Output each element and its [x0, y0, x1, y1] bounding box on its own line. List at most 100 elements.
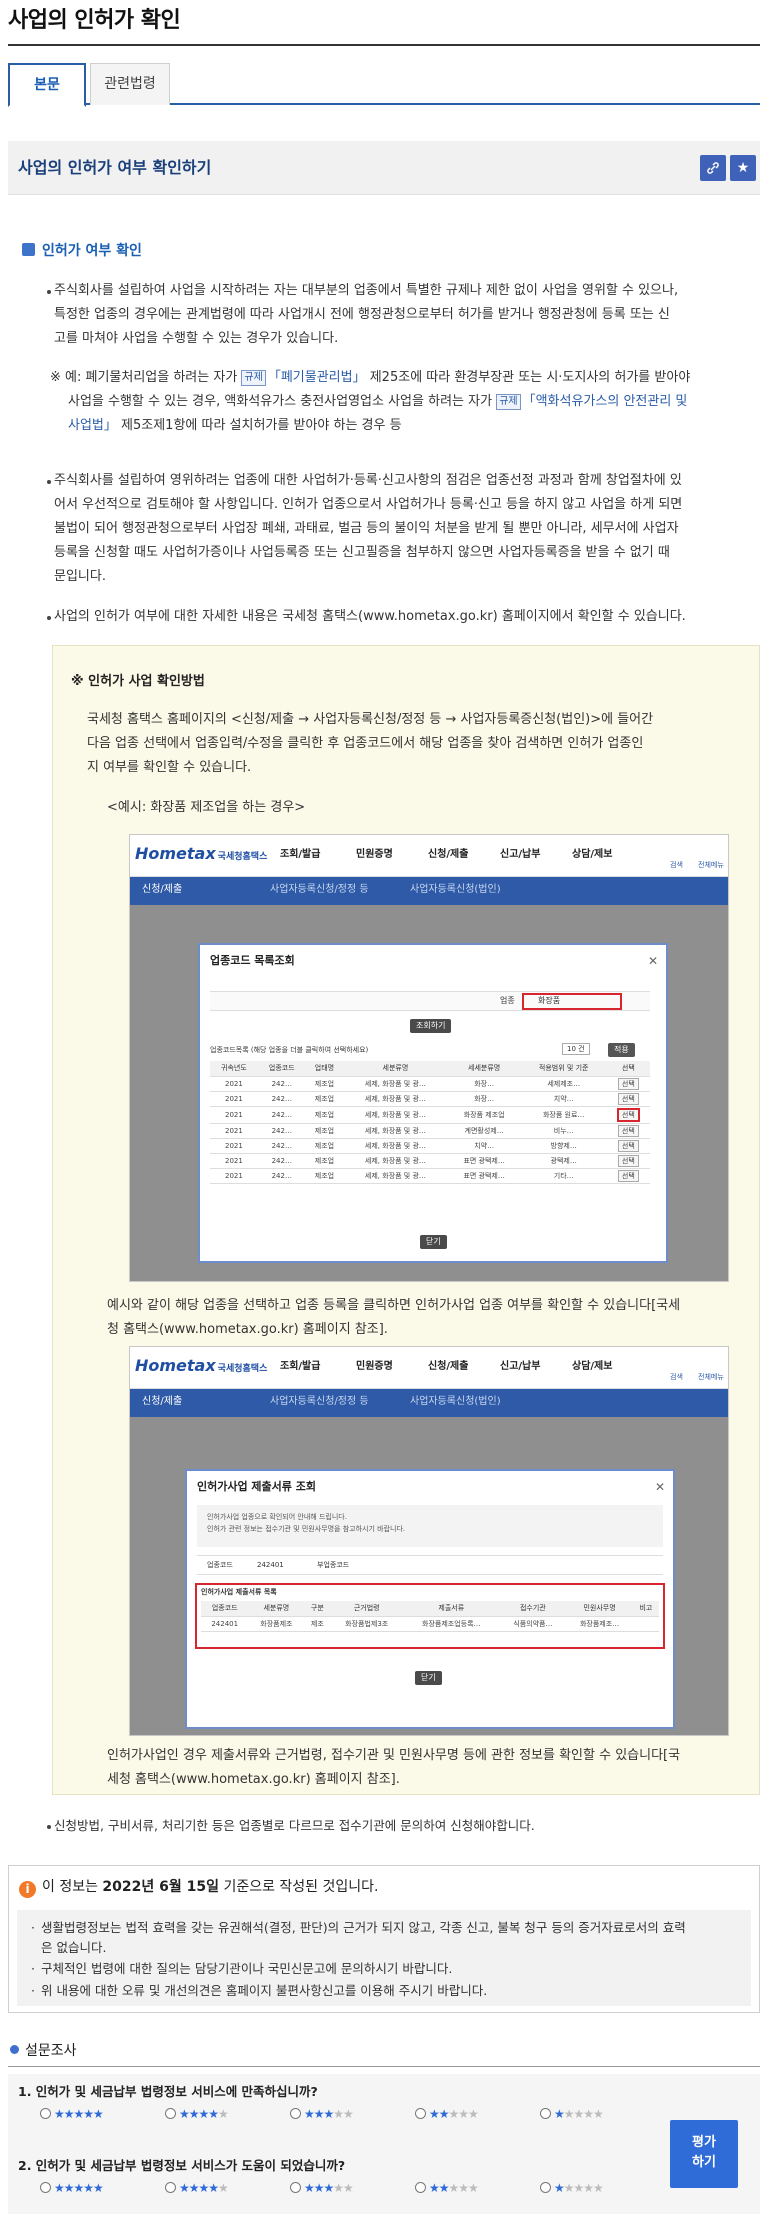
info-box: i이 정보는 2022년 6월 15일 기준으로 작성된 것입니다. 생활법령정…: [8, 1865, 760, 2013]
hometax-header: Hometax 국세청홈택스 조회/발급 민원증명 신청/제출 신고/납부 상담/…: [130, 835, 728, 877]
paragraph-intro: 주식회사를 설립하여 사업을 시작하려는 자는 대부분의 업종에서 특별한 규제…: [54, 283, 679, 346]
rating-option-q2-2[interactable]: ★★★★★: [415, 2180, 479, 2196]
table-row: 2021 242… 제조업 세제, 화장품 및 광… 화장품 제조업 화장품 원료… 선택: [210, 1106, 650, 1124]
tab-main[interactable]: 본문: [8, 63, 86, 107]
menu-item: 신청/제출: [428, 1361, 469, 1372]
law-link-lpg[interactable]: 「액화석유가스의 안전관리 및: [523, 394, 688, 409]
subheading: 인허가 여부 확인: [22, 240, 142, 262]
menu-icon: 전체메뉴: [698, 861, 724, 869]
close-icon: ✕: [647, 954, 658, 968]
radio-button[interactable]: [290, 2108, 301, 2119]
close-icon: ✕: [654, 1480, 665, 1494]
section-header: 사업의 인허가 여부 확인하기 ★: [8, 141, 760, 195]
menu-item: 조회/발급: [280, 849, 321, 860]
tab-related-laws[interactable]: 관련법령: [90, 63, 170, 105]
survey-heading: 설문조사: [10, 2040, 77, 2062]
paragraph-inquiry: 신청방법, 구비서류, 처리기한 등은 업종별로 다르므로 접수기관에 문의하여…: [54, 1818, 535, 1833]
info-item-cont: 은 없습니다.: [41, 1940, 107, 1955]
close-button: 닫기: [420, 1235, 447, 1249]
code-row: 업종코드 242401 부업종코드: [197, 1555, 663, 1575]
modal-title: 업종코드 목록조회: [210, 954, 295, 967]
square-bullet-icon: [22, 243, 35, 256]
radio-button[interactable]: [165, 2182, 176, 2193]
rating-option-q2-3[interactable]: ★★★★★: [290, 2180, 354, 2196]
radio-button[interactable]: [415, 2182, 426, 2193]
star-empty-icon: ★★★: [448, 2107, 479, 2121]
survey-question-2: 2. 인허가 및 세금납부 법령정보 서비스가 도움이 되었습니까?: [18, 2158, 346, 2173]
search-button: 조회하기: [410, 1019, 452, 1033]
evaluate-button[interactable]: 평가 하기: [670, 2120, 738, 2188]
menu-icon: 전체메뉴: [698, 1373, 724, 1381]
highlight-box: [522, 993, 622, 1010]
info-icon: i: [19, 1881, 36, 1898]
table-row: 2021 242… 제조업 세제, 화장품 및 광… 치약… 방향제… 선택: [210, 1138, 650, 1154]
select-button-highlighted: 선택: [616, 1107, 640, 1122]
bullet-dot: [47, 1825, 51, 1829]
bullet-dot: [47, 616, 51, 620]
section-title: 사업의 인허가 여부 확인하기: [18, 158, 212, 177]
rating-option-q1-4[interactable]: ★★★★★: [165, 2106, 229, 2122]
survey-question-1: 1. 인허가 및 세금납부 법령정보 서비스에 만족하십니까?: [18, 2084, 318, 2099]
law-link-waste[interactable]: 「폐기물관리법」: [268, 370, 366, 385]
radio-button[interactable]: [165, 2108, 176, 2119]
radio-button[interactable]: [415, 2108, 426, 2119]
info-list: 생활법령정보는 법적 효력을 갖는 유권해석(결정, 판단)의 근거가 되지 않…: [17, 1910, 751, 2006]
circle-bullet-icon: [10, 2045, 19, 2054]
rating-option-q1-2[interactable]: ★★★★★: [415, 2106, 479, 2122]
hometax-screenshot-license-docs: Hometax 국세청홈택스 조회/발급 민원증명 신청/제출 신고/납부 상담/…: [129, 1346, 729, 1736]
hometax-dimmed-page: 업종코드 목록조회 ✕ 업종 화장품 조회하기 업종코드목록 (해당 업종을 더…: [130, 905, 728, 1281]
star-icon: ★★★★★: [54, 2181, 104, 2195]
info-item: 구체적인 법령에 대한 질의는 담당기관이나 국민신문고에 문의하시기 바랍니다…: [31, 1958, 741, 1980]
star-icon: ★: [554, 2107, 565, 2121]
tab-bar: 본문 관련법령: [8, 63, 760, 107]
radio-button[interactable]: [540, 2108, 551, 2119]
menu-item: 신고/납부: [500, 849, 541, 860]
survey-divider: [8, 2066, 760, 2067]
star-icon[interactable]: ★: [730, 155, 756, 181]
menu-item: 조회/발급: [280, 1361, 321, 1372]
star-icon: ★★: [429, 2107, 449, 2121]
hometax-logo: Hometax 국세청홈택스: [135, 844, 268, 863]
star-empty-icon: ★★★: [448, 2181, 479, 2195]
radio-button[interactable]: [540, 2182, 551, 2193]
rating-option-q1-5[interactable]: ★★★★★: [40, 2106, 104, 2122]
rating-option-q2-4[interactable]: ★★★★★: [165, 2180, 229, 2196]
star-empty-icon: ★★: [333, 2181, 353, 2195]
rating-option-q2-5[interactable]: ★★★★★: [40, 2180, 104, 2196]
hometax-nav: 신청/제출 사업자등록신청/정정 등 사업자등록신청(법인): [130, 1389, 728, 1417]
close-button: 닫기: [415, 1671, 442, 1685]
menu-item: 신청/제출: [428, 849, 469, 860]
license-docs-table: 업종코드 세분류명 구분 근거법령 제출서류 접수기관 민원사무명 비고 242401 화장품제…: [201, 1601, 659, 1632]
table-row: 2021 242… 제조업 세제, 화장품 및 광… 표면 광택제… 광택제… 선택: [210, 1153, 650, 1169]
table-row: 2021 242… 제조업 세제, 화장품 및 광… 화장… 세제제조… 선택: [210, 1076, 650, 1092]
rating-option-q1-3[interactable]: ★★★★★: [290, 2106, 354, 2122]
menu-item: 상담/제보: [572, 1361, 613, 1372]
law-link-lpg-cont[interactable]: 사업법」: [68, 418, 117, 433]
rating-option-q1-1[interactable]: ★★★★★: [540, 2106, 604, 2122]
radio-button[interactable]: [40, 2182, 51, 2193]
star-icon: ★★★★: [179, 2107, 219, 2121]
menu-item: 상담/제보: [572, 849, 613, 860]
guide-title: ※ 인허가 사업 확인방법: [71, 674, 205, 689]
info-heading: i이 정보는 2022년 6월 15일 기준으로 작성된 것입니다.: [19, 1876, 378, 1898]
modal-notice: 인허가사업 업종으로 확인되어 안내해 드립니다. 인허가 관련 정보는 접수기…: [197, 1505, 663, 1547]
hometax-logo: Hometax 국세청홈택스: [135, 1356, 268, 1375]
radio-button[interactable]: [40, 2108, 51, 2119]
guide-after-shot2: 인허가사업인 경우 제출서류와 근거법령, 접수기관 및 민원사무명 등에 관한…: [107, 1748, 681, 1787]
rating-option-q2-1[interactable]: ★★★★★: [540, 2180, 604, 2196]
page-title: 사업의 인허가 확인: [8, 8, 181, 33]
radio-button[interactable]: [290, 2182, 301, 2193]
survey-box: 1. 인허가 및 세금납부 법령정보 서비스에 만족하십니까? 2. 인허가 및…: [8, 2074, 760, 2214]
link-icon[interactable]: [700, 155, 726, 181]
star-empty-icon: ★: [218, 2181, 229, 2195]
guide-box: ※ 인허가 사업 확인방법 국세청 홈택스 홈페이지의 <신청/제출 → 사업자…: [52, 645, 760, 1795]
table-header: 귀속년도 업종코드 업태명 세분류명 세세분류명 적용범위 및 기준 선택: [210, 1061, 650, 1077]
star-icon: ★★★★★: [54, 2107, 104, 2121]
license-docs-modal: 인허가사업 제출서류 조회 ✕ 인허가사업 업종으로 확인되어 안내해 드립니다…: [185, 1469, 675, 1729]
star-empty-icon: ★: [218, 2107, 229, 2121]
star-icon: ★: [554, 2181, 565, 2195]
regulation-tag: 규제: [496, 394, 521, 410]
hometax-nav: 신청/제출 사업자등록신청/정정 등 사업자등록신청(법인): [130, 877, 728, 905]
table-header: 업종코드 세분류명 구분 근거법령 제출서류 접수기관 민원사무명 비고: [201, 1601, 659, 1617]
guide-after-shot1: 예시와 같이 해당 업종을 선택하고 업종 등록을 클릭하면 인허가사업 업종 …: [107, 1298, 681, 1337]
